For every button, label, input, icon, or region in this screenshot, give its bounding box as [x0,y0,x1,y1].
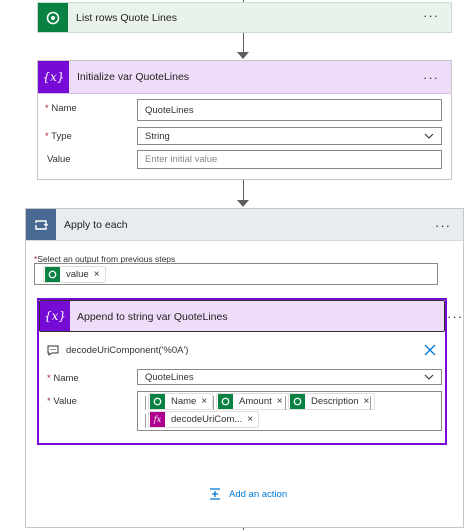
type-label: * Type [45,131,72,142]
step-title: List rows Quote Lines [76,12,177,24]
step-initialize-variable[interactable]: {x} Initialize var QuoteLines ··· * Name… [37,60,452,180]
remove-token-icon[interactable]: × [94,269,100,280]
expression-token[interactable]: fx decodeUriCom... × [148,411,260,428]
dataverse-icon [38,3,68,32]
step-title: Apply to each [64,219,128,231]
variable-icon: {x} [38,61,69,93]
remove-token-icon[interactable]: × [277,396,283,407]
chevron-down-icon [424,133,434,139]
name-label: * Name [45,103,77,114]
more-options-icon[interactable]: ··· [447,309,463,324]
comment-icon [47,345,59,356]
name-select[interactable]: QuoteLines [137,369,442,385]
step-append-to-string[interactable]: {x} Append to string var QuoteLines ··· … [37,298,462,445]
token-separator [145,396,146,410]
value-field[interactable]: Enter initial value [137,150,442,169]
arrow-down-icon [237,200,249,207]
dataverse-icon [290,394,305,409]
dynamic-content-token[interactable]: value × [43,266,106,283]
apply-to-each-container[interactable]: Apply to each ··· *Select an output from… [25,208,464,528]
token-separator [285,396,286,410]
type-select[interactable]: String [137,127,442,145]
dynamic-content-token[interactable]: Description × [288,393,376,410]
token-separator [370,396,371,410]
comment-text: decodeUriComponent('%0A') [66,345,189,356]
value-label: Value [47,154,71,165]
token-separator [213,396,214,410]
arrow-down-icon [237,52,249,59]
more-options-icon[interactable]: ··· [435,218,451,233]
step-title: Append to string var QuoteLines [77,311,228,323]
add-action-icon [210,488,220,500]
close-icon[interactable] [424,344,436,356]
name-field[interactable]: QuoteLines [137,99,442,121]
loop-icon [26,209,56,240]
variable-icon: {x} [40,301,70,331]
more-options-icon[interactable]: ··· [423,70,439,85]
more-options-icon[interactable]: ··· [423,8,439,23]
remove-token-icon[interactable]: × [201,396,207,407]
name-label: * Name [47,373,79,384]
step-title: Initialize var QuoteLines [77,71,190,83]
step-list-rows[interactable]: List rows Quote Lines ··· [37,2,452,33]
add-action-label: Add an action [229,488,288,500]
connector-line [243,180,244,200]
function-icon: fx [150,412,165,427]
connector-line [243,33,244,53]
chevron-down-icon [424,374,434,380]
remove-token-icon[interactable]: × [364,396,370,407]
dataverse-icon [218,394,233,409]
dataverse-icon [150,394,165,409]
dynamic-content-token[interactable]: Name × [148,393,214,410]
value-label: * Value [47,396,77,407]
token-separator [145,414,146,428]
remove-token-icon[interactable]: × [247,414,253,425]
add-action-button[interactable]: Add an action [209,488,287,500]
dataverse-icon [45,267,60,282]
dynamic-content-token[interactable]: Amount × [216,393,289,410]
